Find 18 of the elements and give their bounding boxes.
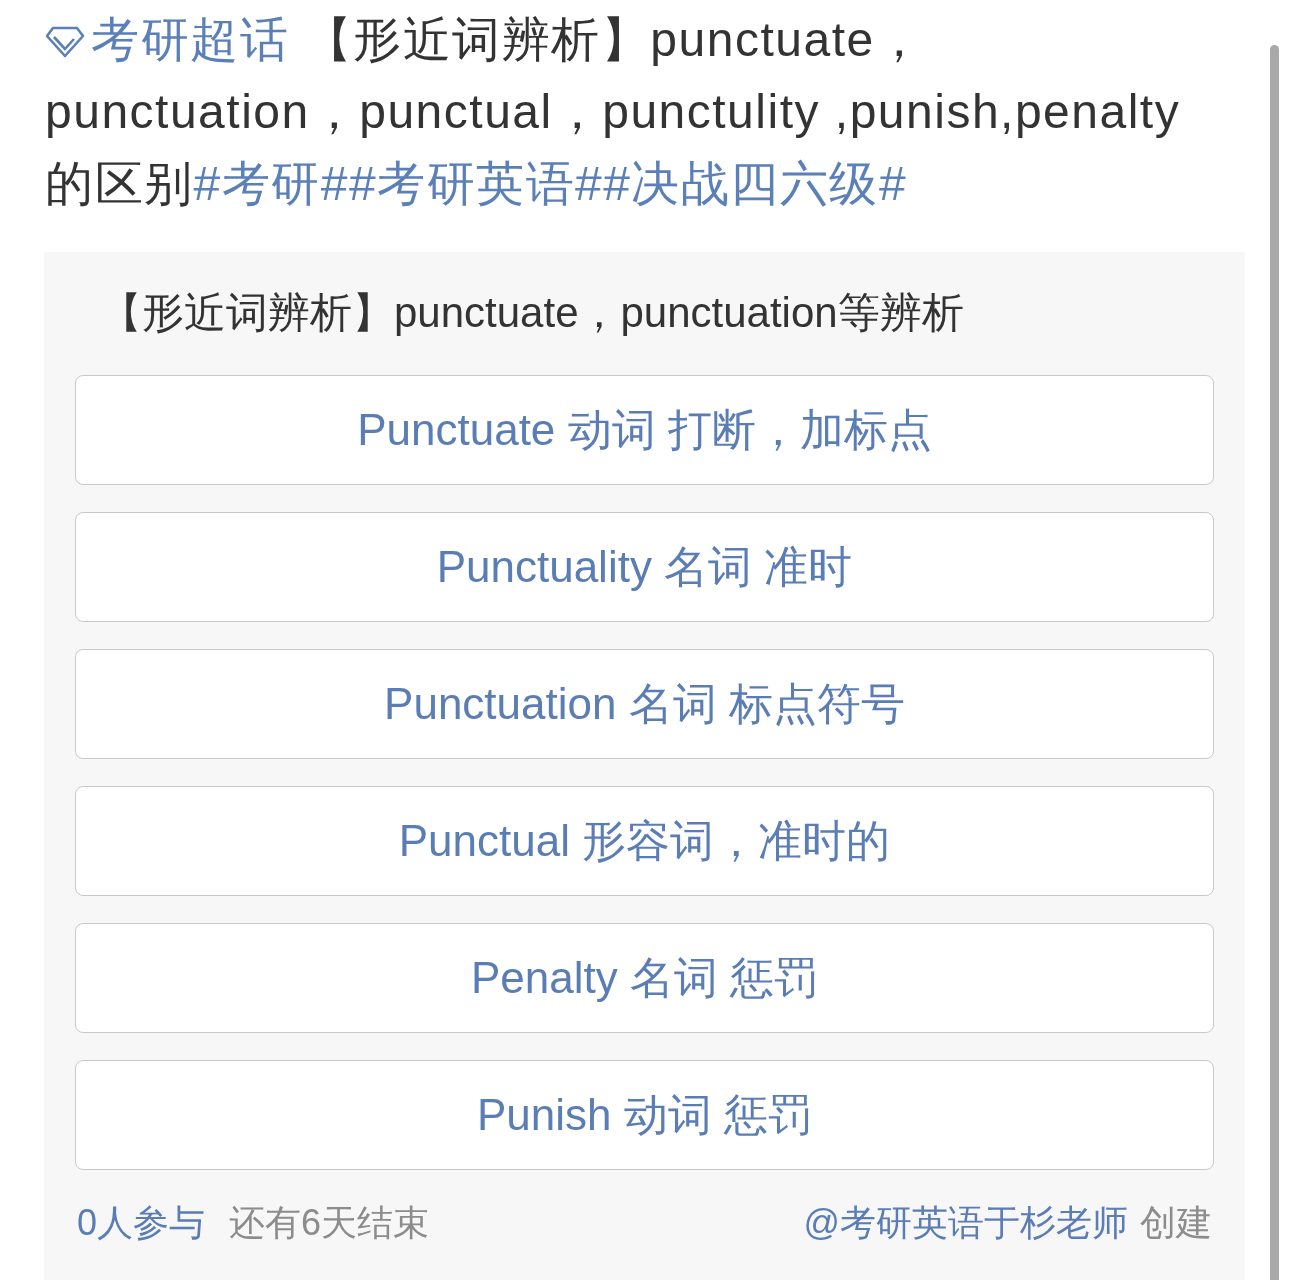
poll-option[interactable]: Punctual 形容词，准时的 — [75, 786, 1214, 896]
poll-option[interactable]: Punctuality 名词 准时 — [75, 512, 1214, 622]
post-text: 考研超话 【形近词辨析】punctuate，punctuation，punctual，punctulity ,punish,penalty的区别#考研##考研英语##决战四六级# — [44, 12, 1182, 212]
hashtag-link[interactable]: #考研# — [193, 157, 349, 210]
time-remaining: 还有6天结束 — [229, 1201, 430, 1245]
poll-option[interactable]: Punish 动词 惩罚 — [75, 1060, 1214, 1170]
participant-count: 0人参与 — [77, 1201, 206, 1245]
hashtag-link[interactable]: #考研英语# — [348, 157, 604, 210]
supertopic-link[interactable]: 考研超话 — [45, 13, 289, 66]
scrollbar-thumb[interactable] — [1270, 45, 1279, 1280]
creator-link[interactable]: @考研英语于杉老师 — [803, 1198, 1128, 1248]
created-label: 创建 — [1140, 1201, 1212, 1245]
diamond-icon — [45, 26, 85, 58]
poll-option[interactable]: Punctuation 名词 标点符号 — [75, 649, 1214, 759]
poll-title: 【形近词辨析】punctuate，punctuation等辨析 — [99, 288, 965, 338]
poll-option[interactable]: Penalty 名词 惩罚 — [75, 923, 1214, 1033]
hashtag-link[interactable]: #决战四六级# — [603, 157, 908, 210]
poll-option[interactable]: Punctuate 动词 打断，加标点 — [75, 375, 1214, 485]
